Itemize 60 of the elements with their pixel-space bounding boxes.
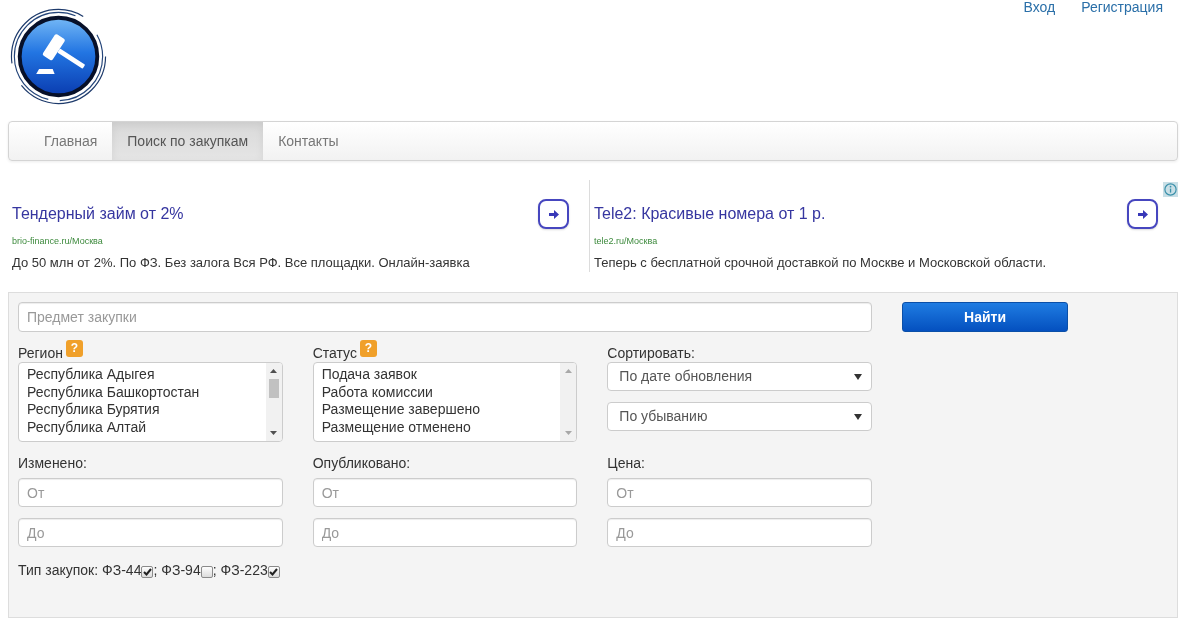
sort-select[interactable]: По убыванию (607, 402, 872, 431)
field-label: Изменено: (18, 454, 88, 472)
header-link[interactable]: Вход (1023, 0, 1056, 15)
checkbox-label: ФЗ-94 (161, 561, 201, 579)
nav-tab[interactable]: Главная (29, 122, 113, 160)
listbox-option[interactable]: Размещение отменено (321, 418, 561, 436)
nav-tab[interactable]: Контакты (263, 122, 354, 160)
listbox-option[interactable]: Подача заявок (321, 366, 561, 384)
info-icon[interactable] (1163, 182, 1178, 197)
field-label: Статус (312, 344, 357, 362)
sort-select[interactable]: По дате обновления (607, 362, 872, 391)
arrow-right-icon (1137, 209, 1148, 219)
separator-text: ; (212, 561, 217, 579)
gavel-logo-icon (10, 8, 107, 105)
field-label: Тип закупок: (18, 561, 99, 579)
checkbox[interactable] (267, 566, 280, 578)
listbox[interactable]: Республика Адыгея Республика Башкортостан Республика Бурятия Республика Алтай (18, 362, 283, 442)
checkmark-icon (142, 568, 152, 576)
arrow-right-icon (548, 209, 559, 219)
ad-description: До 50 млн от 2%. По ФЗ. Без залога Вся РФ. Все площадки. Онлайн-заявка (12, 255, 471, 271)
checkbox-label: ФЗ-223 (220, 561, 268, 579)
checkmark-icon (269, 568, 279, 576)
listbox-option[interactable]: Республика Алтай (27, 418, 266, 436)
caret-down-icon (854, 413, 862, 420)
to-input[interactable]: До (18, 518, 283, 547)
caret-down-icon (854, 373, 862, 380)
header-link[interactable]: Регистрация (1081, 0, 1163, 15)
field-label: Регион (18, 344, 63, 362)
find-button[interactable]: Найти (902, 302, 1068, 332)
ad-arrow-button[interactable] (1127, 199, 1158, 229)
subject-input[interactable]: Предмет закупки (18, 302, 872, 332)
listbox-option[interactable]: Размещение завершено (321, 401, 561, 419)
to-input[interactable]: До (312, 518, 578, 547)
checkbox[interactable] (141, 566, 154, 578)
scroll-down-icon[interactable] (270, 431, 278, 435)
listbox-option[interactable]: Республика Адыгея (27, 366, 266, 384)
scrollbar-track[interactable] (265, 363, 282, 441)
field-label: Цена: (607, 454, 646, 472)
from-input[interactable]: От (607, 478, 872, 507)
ad-arrow-button[interactable] (538, 199, 569, 229)
field-label: Сортировать: (607, 344, 695, 362)
to-input[interactable]: До (607, 518, 872, 547)
scrollbar-thumb[interactable] (268, 379, 279, 398)
ad-title-link[interactable]: Tele2: Красивые номера от 1 р. (594, 204, 826, 224)
nav-tab[interactable]: Поиск по закупкам (112, 122, 264, 160)
checkbox-label: ФЗ-44 (102, 561, 142, 579)
ad-title-link[interactable]: Тендерный займ от 2% (12, 204, 184, 224)
scroll-up-icon[interactable] (270, 369, 278, 373)
listbox-option[interactable]: Республика Бурятия (27, 401, 266, 419)
ad-url-link[interactable]: tele2.ru/Москва (594, 235, 658, 247)
ad-description: Теперь с бесплатной срочной доставкой по Москве и Московской области. (594, 255, 1048, 271)
from-input[interactable]: От (18, 478, 283, 507)
checkbox[interactable] (200, 566, 213, 578)
separator-text: ; (153, 561, 158, 579)
ad-url-link[interactable]: brio-finance.ru/Москва (12, 235, 103, 247)
from-input[interactable]: От (312, 478, 578, 507)
listbox-option[interactable]: Республика Башкортостан (27, 383, 266, 401)
listbox[interactable]: Подача заявок Работа комиссии Размещение завершено Размещение отменено (312, 362, 578, 442)
listbox-option[interactable]: Работа комиссии (321, 383, 561, 401)
field-label: Опубликовано: (312, 454, 412, 472)
